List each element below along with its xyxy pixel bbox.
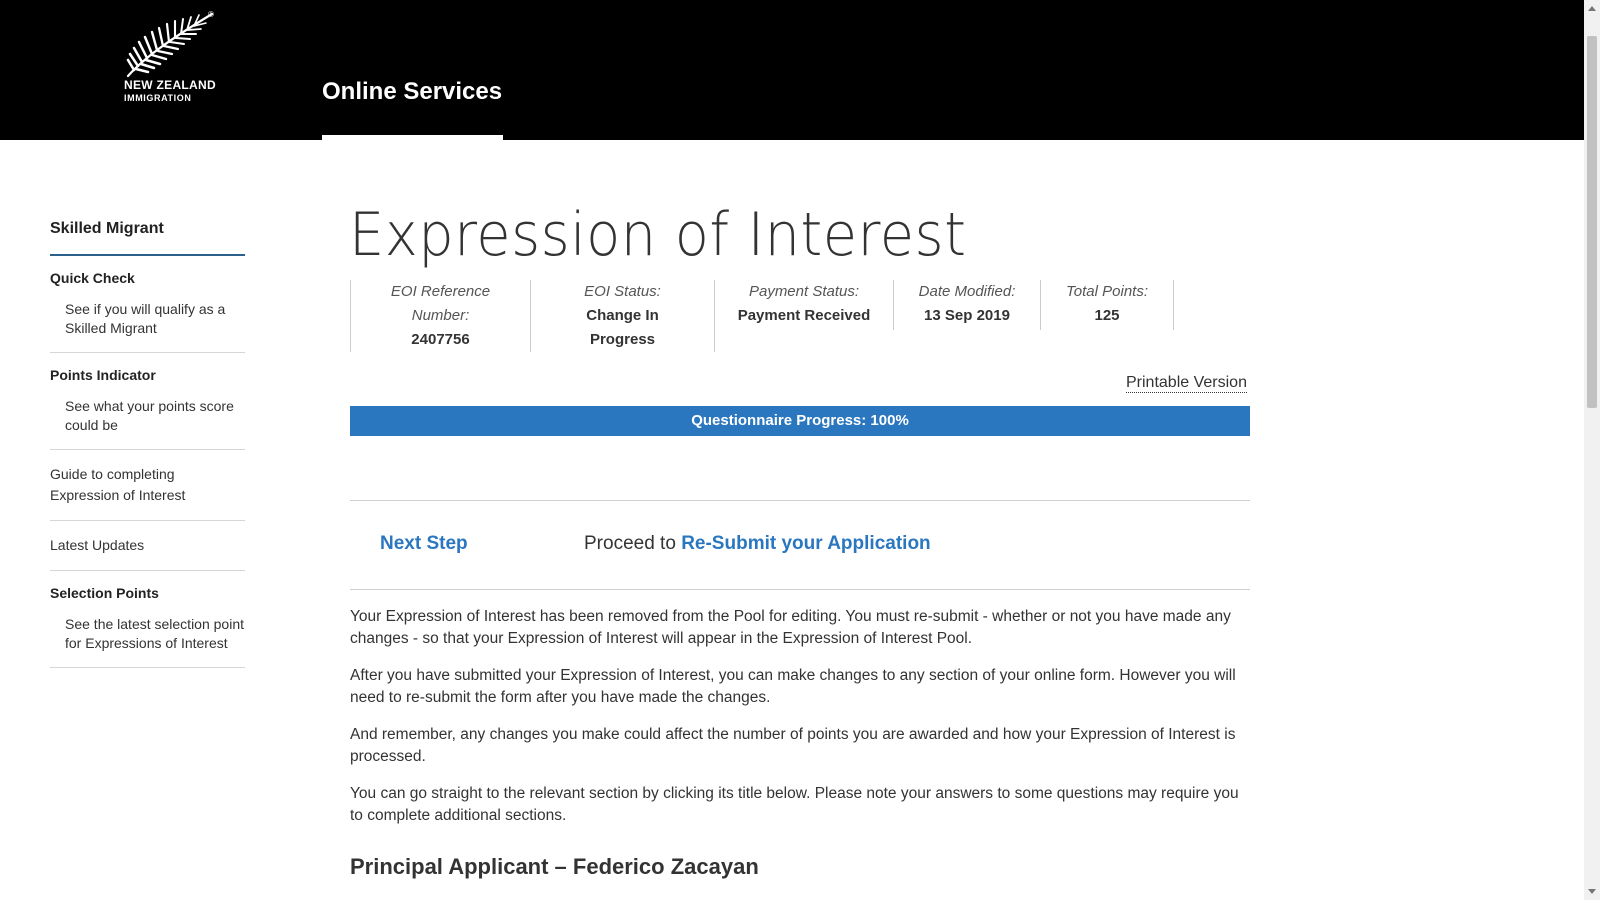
meta-value: Change In Progress: [586, 307, 659, 348]
sidebar-title[interactable]: Skilled Migrant: [50, 220, 245, 256]
payment-status: Payment Status: Payment Received: [715, 280, 894, 330]
paragraph: And remember, any changes you make could…: [350, 726, 1236, 765]
sidebar-item-heading[interactable]: Quick Check: [50, 270, 245, 286]
principal-applicant-heading: Principal Applicant – Federico Zacayan: [350, 854, 759, 879]
scroll-up-arrow-icon[interactable]: [1588, 6, 1596, 11]
meta-value: 125: [1094, 307, 1120, 324]
logo-text-new-zealand: NEW ZEALAND: [124, 78, 216, 92]
paragraph: You can go straight to the relevant sect…: [350, 785, 1239, 824]
page-scrollbar[interactable]: [1584, 0, 1600, 900]
meta-label: EOI Status:: [584, 283, 661, 300]
eoi-summary: EOI Reference Number: 2407756 EOI Status…: [350, 280, 1174, 352]
meta-label: Payment Status:: [748, 283, 860, 300]
meta-value: Payment Received: [737, 307, 871, 324]
sidebar-item-link[interactable]: Guide to completing Expression of Intere…: [50, 464, 245, 506]
sidebar-item-guide[interactable]: Guide to completing Expression of Intere…: [50, 450, 245, 521]
active-tab-indicator: [322, 135, 503, 140]
meta-label: EOI Reference Number:: [390, 283, 491, 324]
eoi-status: EOI Status: Change In Progress: [531, 280, 715, 352]
date-modified: Date Modified: 13 Sep 2019: [894, 280, 1041, 330]
page-title: Expression of Interest: [349, 200, 967, 270]
questionnaire-progress-bar: Questionnaire Progress: 100%: [350, 406, 1250, 436]
next-step-label: Next Step: [380, 533, 468, 554]
meta-value: 2407756: [411, 331, 470, 348]
sidebar-item-description[interactable]: See what your points score could be: [50, 397, 245, 435]
tab-online-services[interactable]: Online Services: [322, 78, 502, 106]
meta-value: 13 Sep 2019: [924, 307, 1010, 324]
sidebar-item-description[interactable]: See the latest selection point for Expre…: [50, 615, 245, 653]
printable-version-link[interactable]: Printable Version: [1126, 374, 1247, 393]
scroll-down-arrow-icon[interactable]: [1588, 889, 1596, 894]
silver-fern-icon: [126, 12, 214, 78]
meta-label: Date Modified:: [918, 283, 1016, 300]
site-header: ® NEW ZEALAND IMMIGRATION Online Service…: [0, 0, 1584, 140]
paragraph: After you have submitted your Expression…: [350, 667, 1236, 706]
meta-label: Total Points:: [1066, 283, 1148, 300]
sidebar-item-link[interactable]: Latest Updates: [50, 535, 245, 556]
paragraph: Your Expression of Interest has been rem…: [350, 608, 1231, 647]
logo-text-immigration: IMMIGRATION: [124, 93, 192, 103]
nz-immigration-logo[interactable]: ® NEW ZEALAND IMMIGRATION: [124, 10, 234, 110]
scroll-thumb[interactable]: [1587, 36, 1597, 408]
instructions-text: Your Expression of Interest has been rem…: [350, 606, 1250, 842]
sidebar-item-description[interactable]: See if you will qualify as a Skilled Mig…: [50, 300, 245, 338]
sidebar-item-selection-points[interactable]: Selection Points See the latest selectio…: [50, 571, 245, 668]
next-step-instruction: Proceed to Re-Submit your Application: [584, 533, 931, 555]
eoi-reference-number: EOI Reference Number: 2407756: [351, 280, 531, 352]
registered-mark: ®: [208, 10, 214, 19]
sidebar-nav: Skilled Migrant Quick Check See if you w…: [50, 220, 245, 668]
resubmit-application-link[interactable]: Re-Submit your Application: [681, 533, 930, 554]
total-points: Total Points: 125: [1041, 280, 1174, 330]
progress-label: Questionnaire Progress: 100%: [691, 412, 909, 429]
sidebar-item-quick-check[interactable]: Quick Check See if you will qualify as a…: [50, 256, 245, 353]
sidebar-item-heading[interactable]: Selection Points: [50, 585, 245, 601]
next-step-prefix: Proceed to: [584, 533, 676, 554]
sidebar-item-heading[interactable]: Points Indicator: [50, 367, 245, 383]
sidebar-item-latest-updates[interactable]: Latest Updates: [50, 521, 245, 571]
sidebar-item-points-indicator[interactable]: Points Indicator See what your points sc…: [50, 353, 245, 450]
next-step-panel: Next Step Proceed to Re-Submit your Appl…: [350, 500, 1250, 590]
